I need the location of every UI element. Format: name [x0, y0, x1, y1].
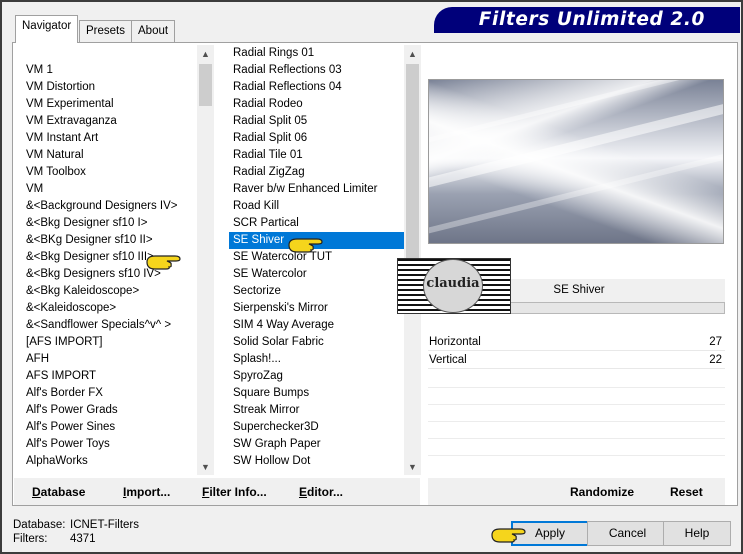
list-item[interactable]: &<Bkg Designer sf10 I>	[22, 215, 197, 232]
list-item[interactable]: Sectorize	[229, 283, 404, 300]
list-item[interactable]: Square Bumps	[229, 385, 404, 402]
list-item[interactable]: SW Hollow Dot	[229, 453, 404, 470]
editor-button[interactable]: Editor...	[299, 485, 343, 499]
list-item[interactable]: Radial Split 05	[229, 113, 404, 130]
filters-label: Filters:	[13, 533, 48, 545]
list-item[interactable]: VM Natural	[22, 147, 197, 164]
list-item[interactable]: SW Graph Paper	[229, 436, 404, 453]
list-item[interactable]: VM Experimental	[22, 96, 197, 113]
filter-info-button[interactable]: Filter Info...	[202, 485, 267, 499]
list-item[interactable]: Radial Reflections 03	[229, 62, 404, 79]
pointing-hand-icon	[491, 528, 526, 543]
database-status: Database: ICNET-Filters	[13, 519, 139, 531]
list-item[interactable]: Superchecker3D	[229, 419, 404, 436]
list-item[interactable]: AFH	[22, 351, 197, 368]
watermark-stamp: claudia	[397, 258, 511, 314]
filter-preview-image	[428, 79, 724, 244]
list-item[interactable]: VM	[22, 181, 197, 198]
list-item[interactable]: [AFS IMPORT]	[22, 334, 197, 351]
list-item[interactable]: Road Kill	[229, 198, 404, 215]
tab-presets[interactable]: Presets	[79, 20, 132, 42]
scroll-down-icon[interactable]: ▼	[404, 458, 421, 475]
scroll-up-icon[interactable]: ▲	[404, 45, 421, 62]
title-banner: Filters Unlimited 2.0	[434, 7, 740, 33]
filters-count: 4371	[70, 533, 96, 545]
list-item[interactable]: Radial Reflections 04	[229, 79, 404, 96]
param-divider	[428, 387, 725, 388]
database-button[interactable]: Database	[32, 485, 85, 499]
list-item[interactable]: SE Watercolor	[229, 266, 404, 283]
scroll-down-icon[interactable]: ▼	[197, 458, 214, 475]
app-title: Filters Unlimited 2.0	[478, 9, 705, 30]
list-item[interactable]: &<Background Designers IV>	[22, 198, 197, 215]
list-item[interactable]: VM Distortion	[22, 79, 197, 96]
list-item[interactable]: VM Extravaganza	[22, 113, 197, 130]
tab-navigator[interactable]: Navigator	[15, 15, 79, 43]
list-item[interactable]: Alf's Power Sines	[22, 419, 197, 436]
param-row-vertical[interactable]: Vertical 22	[428, 352, 725, 369]
list-item[interactable]: Alf's Power Grads	[22, 402, 197, 419]
list-item[interactable]: Radial ZigZag	[229, 164, 404, 181]
list-item[interactable]: Radial Rings 01	[229, 45, 404, 62]
list-item[interactable]: Alf's Border FX	[22, 385, 197, 402]
param-value: 27	[709, 336, 722, 348]
param-value: 22	[709, 354, 722, 366]
list-item[interactable]: &<Kaleidoscope>	[22, 300, 197, 317]
param-divider	[428, 404, 725, 405]
param-divider	[428, 455, 725, 456]
import-button[interactable]: Import...	[123, 485, 170, 499]
list-item[interactable]: VM Instant Art	[22, 130, 197, 147]
param-name: Horizontal	[429, 336, 481, 348]
randomize-button[interactable]: Randomize	[570, 485, 634, 499]
help-button[interactable]: Help	[663, 521, 731, 546]
list-item[interactable]: Splash!...	[229, 351, 404, 368]
list-item[interactable]: AlphaWorks	[22, 453, 197, 470]
list-item[interactable]: Alf's Power Toys	[22, 436, 197, 453]
filter-list[interactable]: Radial Rings 01 Radial Reflections 03 Radi…	[229, 45, 404, 475]
list-item[interactable]: Radial Split 06	[229, 130, 404, 147]
tab-about[interactable]: About	[131, 20, 176, 42]
list-item[interactable]: Sierpenski's Mirror	[229, 300, 404, 317]
list-item[interactable]: SpyroZag	[229, 368, 404, 385]
list-item[interactable]: SIM 4 Way Average	[229, 317, 404, 334]
filters-status: Filters: 4371	[13, 533, 96, 545]
list-item[interactable]: Raver b/w Enhanced Limiter	[229, 181, 404, 198]
reset-button[interactable]: Reset	[670, 485, 703, 499]
list-item[interactable]: Solid Solar Fabric	[229, 334, 404, 351]
database-label: Database:	[13, 519, 66, 531]
list-item[interactable]: Radial Tile 01	[229, 147, 404, 164]
category-scrollbar[interactable]: ▲ ▼	[197, 45, 214, 475]
param-divider	[428, 421, 725, 422]
list-item[interactable]: AFS IMPORT	[22, 368, 197, 385]
scroll-thumb[interactable]	[199, 64, 212, 106]
list-item[interactable]: VM 1	[22, 62, 197, 79]
filters-unlimited-window: Navigator Presets About Filters Unlimite…	[0, 0, 743, 554]
list-item[interactable]: &<Bkg Kaleidoscope>	[22, 283, 197, 300]
list-item[interactable]: Streak Mirror	[229, 402, 404, 419]
pointing-hand-icon	[146, 255, 181, 270]
list-item[interactable]: VM Toolbox	[22, 164, 197, 181]
list-item[interactable]: SCR Partical	[229, 215, 404, 232]
param-name: Vertical	[429, 354, 467, 366]
stamp-text: claudia	[426, 276, 480, 291]
list-item[interactable]: Radial Rodeo	[229, 96, 404, 113]
cancel-button[interactable]: Cancel	[587, 521, 668, 546]
list-item[interactable]: &<BKg Designer sf10 II>	[22, 232, 197, 249]
database-value: ICNET-Filters	[70, 519, 139, 531]
param-divider	[428, 438, 725, 439]
list-item[interactable]: &<Sandflower Specials^v^ >	[22, 317, 197, 334]
param-row-horizontal[interactable]: Horizontal 27	[428, 334, 725, 351]
pointing-hand-icon	[288, 238, 323, 253]
scroll-up-icon[interactable]: ▲	[197, 45, 214, 62]
